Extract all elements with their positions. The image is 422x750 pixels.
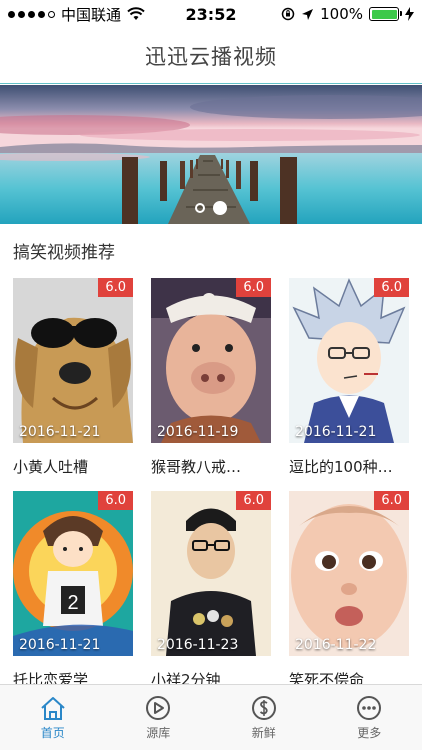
signal-strength-icon [8,10,55,18]
video-title[interactable]: 小黄人吐槽 [13,456,133,477]
tab-label: 更多 [357,725,382,740]
video-card[interactable]: 6.0 2016-11-21 小黄人吐槽 [13,278,133,477]
home-icon [41,696,65,720]
video-card[interactable]: 6.0 2016-11-21 逗比的100种… [289,278,409,477]
video-date: 2016-11-21 [19,424,101,440]
young-man-image [151,491,271,656]
tab-more[interactable]: 更多 [317,685,422,750]
video-grid: 6.0 2016-11-21 小黄人吐槽 6.0 2016-11-19 猴哥教八… [13,278,409,690]
battery-percent: 100% [320,5,363,23]
rating-badge: 6.0 [374,491,409,510]
video-thumbnail[interactable]: 6.0 2016-11-23 [151,491,271,656]
banner-carousel[interactable] [0,85,422,224]
video-date: 2016-11-21 [19,637,101,653]
tab-bar: 首页 源库 新鲜 更多 [0,684,422,750]
nav-bar: 迅迅云播视频 [0,28,422,84]
status-left: 中国联通 [8,4,145,25]
video-title[interactable]: 逗比的100种… [289,456,409,477]
video-date: 2016-11-23 [157,637,239,653]
baby-face-image [289,491,409,656]
video-title[interactable]: 猴哥教八戒… [151,456,271,477]
rating-badge: 6.0 [236,491,271,510]
video-thumbnail[interactable]: 2 6.0 2016-11-21 [13,491,133,656]
carousel-indicator[interactable] [0,201,422,215]
video-card[interactable]: 6.0 2016-11-23 小祥2分钟 [151,491,271,690]
video-date: 2016-11-21 [295,424,377,440]
tab-home[interactable]: 首页 [0,685,106,750]
battery-icon [369,7,402,21]
more-icon [357,695,382,720]
carrier-label: 中国联通 [61,5,122,24]
video-thumbnail[interactable]: 6.0 2016-11-22 [289,491,409,656]
video-card[interactable]: 6.0 2016-11-19 猴哥教八戒… [151,278,271,477]
video-card[interactable]: 2 6.0 2016-11-21 托比恋爱学 [13,491,133,690]
wifi-icon [127,7,145,20]
rating-badge: 6.0 [98,278,133,297]
rating-badge: 6.0 [374,278,409,297]
anime-character-image [289,278,409,443]
tab-label: 首页 [40,725,65,740]
status-bar: 中国联通 23:52 100% [0,0,422,28]
video-date: 2016-11-22 [295,637,377,653]
tab-label: 新鲜 [251,725,276,740]
video-thumbnail[interactable]: 6.0 2016-11-21 [13,278,133,443]
play-circle-icon [146,695,171,720]
video-card[interactable]: 6.0 2016-11-22 笑死不偿命 [289,491,409,690]
page-title: 迅迅云播视频 [145,44,277,69]
orientation-lock-icon [281,7,295,21]
dollar-circle-icon [251,695,276,720]
charging-icon [405,7,414,21]
tab-label: 源库 [146,725,171,740]
carousel-dot[interactable] [195,203,205,213]
video-thumbnail[interactable]: 6.0 2016-11-19 [151,278,271,443]
cartoon-boy-image: 2 [13,491,133,656]
rating-badge: 6.0 [236,278,271,297]
tab-library[interactable]: 源库 [106,685,212,750]
video-date: 2016-11-19 [157,424,239,440]
status-right: 100% [281,5,414,23]
svg-text:2: 2 [67,592,78,614]
location-arrow-icon [302,8,314,20]
section-title: 搞笑视频推荐 [13,243,115,263]
carousel-dot-active[interactable] [213,201,227,215]
pig-character-image [151,278,271,443]
rating-badge: 6.0 [98,491,133,510]
tab-fresh[interactable]: 新鲜 [211,685,317,750]
dog-sunglasses-image [13,278,133,443]
video-thumbnail[interactable]: 6.0 2016-11-21 [289,278,409,443]
